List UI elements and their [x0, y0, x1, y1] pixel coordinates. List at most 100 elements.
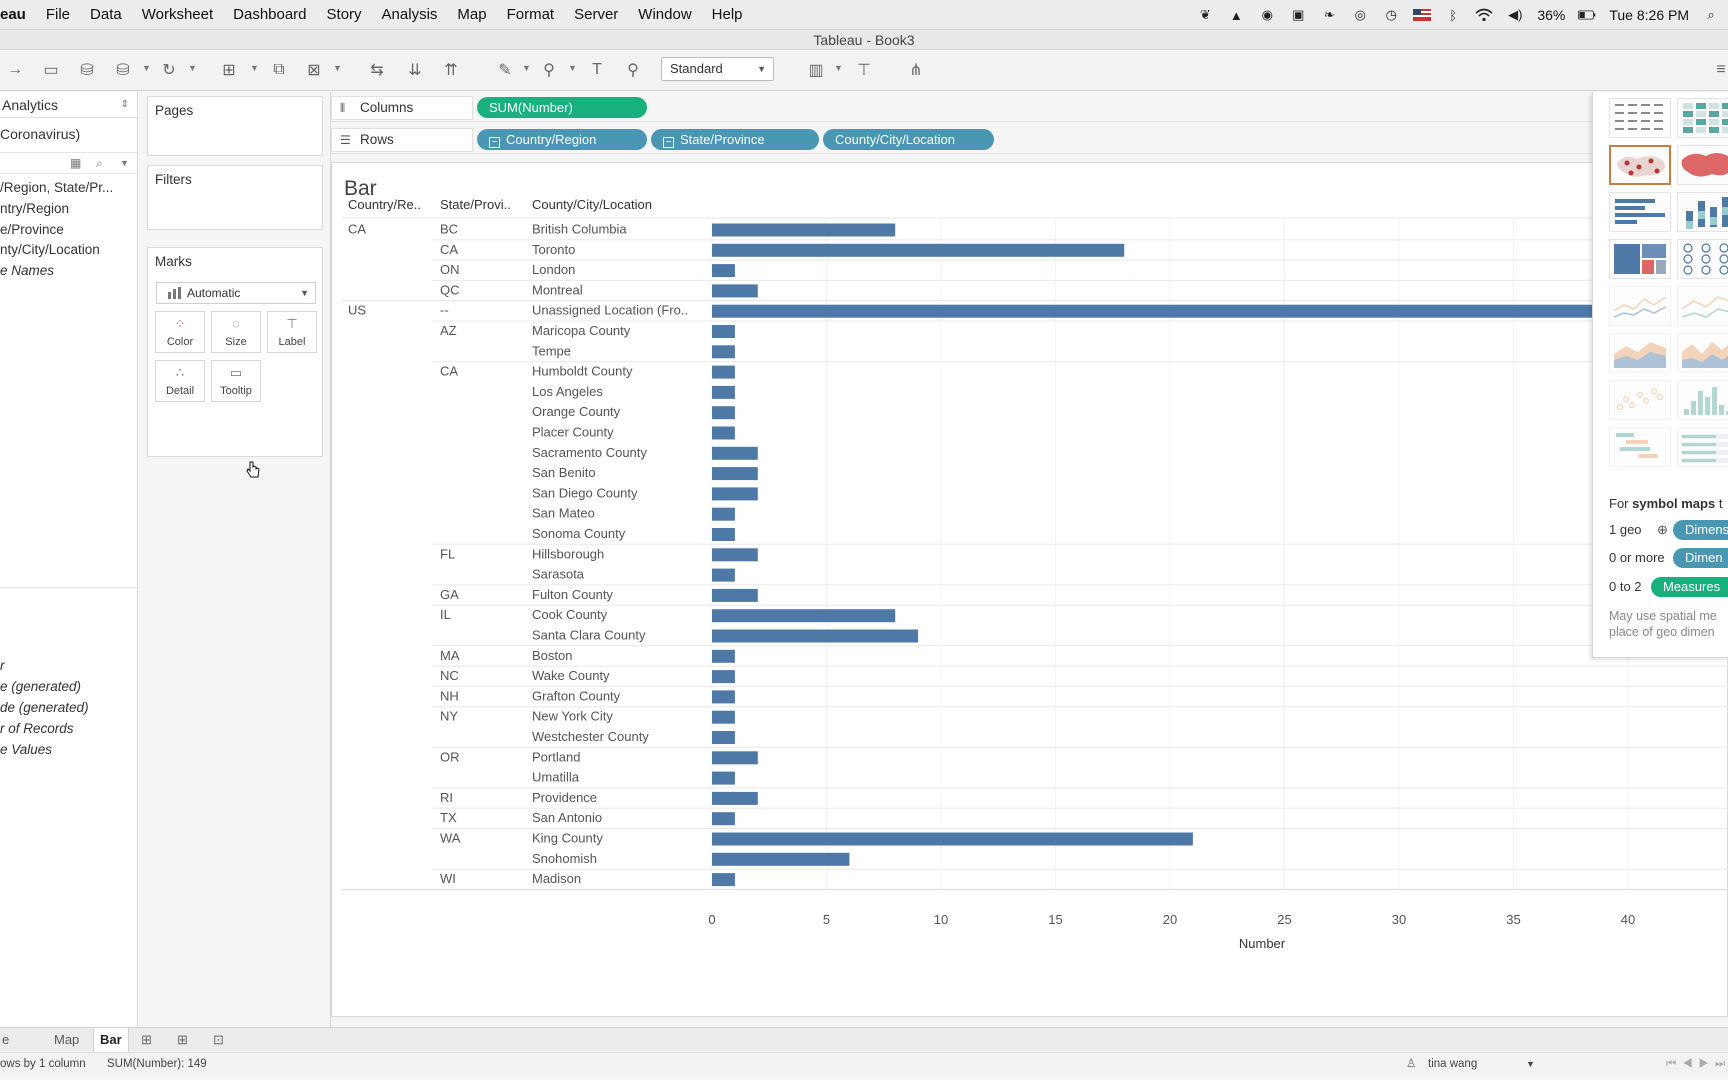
highlight-icon[interactable]: ✎: [494, 59, 516, 81]
bar[interactable]: [712, 609, 896, 623]
bar[interactable]: [712, 223, 896, 237]
chevron-down-icon[interactable]: ▼: [250, 63, 259, 73]
dimension-field[interactable]: e/Province: [0, 222, 64, 237]
bar[interactable]: [712, 771, 735, 785]
bar[interactable]: [712, 507, 735, 521]
show-me-text-table-icon[interactable]: [1609, 98, 1671, 138]
measure-field[interactable]: r: [0, 658, 5, 673]
sort-ascending-icon[interactable]: ⇊: [404, 59, 426, 81]
battery-icon[interactable]: [1578, 7, 1596, 23]
bar[interactable]: [712, 731, 735, 744]
menu-map[interactable]: Map: [447, 6, 496, 23]
refresh-icon[interactable]: ↻: [158, 59, 180, 81]
bar[interactable]: [712, 588, 758, 602]
bar[interactable]: [712, 649, 735, 663]
menu-window[interactable]: Window: [628, 6, 701, 23]
clock[interactable]: Tue 8:26 PM: [1609, 7, 1689, 23]
new-worksheet-icon[interactable]: ⊞: [141, 1032, 152, 1048]
tab-bar[interactable]: Bar: [93, 1028, 129, 1052]
bar[interactable]: [712, 832, 1193, 846]
bar[interactable]: [712, 751, 758, 765]
bar[interactable]: [712, 791, 758, 805]
show-me-treemap-icon[interactable]: [1609, 239, 1671, 279]
bar[interactable]: [712, 710, 735, 724]
measure-field[interactable]: e (generated): [0, 679, 81, 694]
bar[interactable]: [712, 690, 735, 704]
detail-button[interactable]: ∴ Detail: [155, 360, 205, 402]
menu-data[interactable]: Data: [80, 6, 132, 23]
measure-field[interactable]: e Values: [0, 742, 52, 757]
duplicate-sheet-icon[interactable]: ⧉: [268, 59, 290, 81]
bar[interactable]: [712, 365, 735, 379]
menu-story[interactable]: Story: [317, 6, 372, 23]
dimension-field[interactable]: /Region, State/Pr...: [0, 180, 113, 195]
menu-server[interactable]: Server: [564, 6, 628, 23]
chevron-down-icon[interactable]: ▼: [188, 63, 197, 73]
chevron-down-icon[interactable]: ▼: [120, 158, 129, 168]
bar[interactable]: [712, 345, 735, 359]
new-dashboard-icon[interactable]: ⊞: [177, 1032, 188, 1048]
search-icon[interactable]: ⌕: [96, 156, 103, 171]
menu-format[interactable]: Format: [497, 6, 565, 23]
tab-map[interactable]: Map: [48, 1028, 85, 1052]
collapse-icon[interactable]: −: [489, 137, 500, 148]
clear-sheet-icon[interactable]: ⊠: [303, 59, 325, 81]
columns-shelf[interactable]: ⫴ Columns SUM(Number): [331, 92, 1728, 122]
pill-county-city-location[interactable]: County/City/Location: [823, 129, 994, 150]
view-toggle-icon[interactable]: ▦: [70, 156, 81, 170]
chevron-down-icon[interactable]: ▼: [834, 63, 843, 73]
show-me-dual-area-icon[interactable]: [1677, 333, 1728, 373]
show-me-dual-line-icon[interactable]: [1677, 286, 1728, 326]
app-menu[interactable]: eau: [0, 6, 36, 23]
show-me-horizontal-bar-icon[interactable]: [1609, 192, 1671, 232]
measure-field[interactable]: r of Records: [0, 721, 74, 736]
measure-field[interactable]: de (generated): [0, 700, 89, 715]
show-me-gantt-chart-icon[interactable]: [1609, 427, 1671, 467]
show-me-heat-map-icon[interactable]: [1677, 98, 1728, 138]
pin-icon[interactable]: ⚲: [622, 59, 644, 81]
dimension-field[interactable]: nty/City/Location: [0, 242, 100, 257]
bar[interactable]: [712, 406, 735, 420]
bar-chart[interactable]: Country/Re.. State/Provi.. County/City/Loc…: [332, 163, 1728, 1018]
pill-country-region[interactable]: − Country/Region: [477, 129, 647, 150]
bar[interactable]: [712, 446, 758, 460]
labels-icon[interactable]: T: [586, 59, 608, 81]
show-me-histogram-icon[interactable]: [1677, 380, 1728, 420]
drive-icon[interactable]: ▲: [1227, 7, 1245, 23]
chevron-down-icon[interactable]: ▼: [142, 63, 151, 73]
menu-help[interactable]: Help: [702, 6, 753, 23]
new-story-icon[interactable]: ⊡: [213, 1032, 224, 1048]
analytics-tab[interactable]: Analytics ⇕: [0, 92, 137, 118]
wifi-icon[interactable]: [1475, 7, 1493, 23]
bar[interactable]: [712, 873, 735, 887]
filters-card[interactable]: Filters: [147, 165, 323, 230]
evernote-icon[interactable]: ❧: [1320, 7, 1338, 23]
presentation-icon[interactable]: ⊤: [853, 59, 875, 81]
datasource-name[interactable]: Coronavirus): [0, 126, 80, 142]
bar[interactable]: [712, 385, 735, 399]
bluetooth-icon[interactable]: ᛒ: [1444, 7, 1462, 23]
bar[interactable]: [712, 304, 1728, 318]
spotlight-icon[interactable]: ⌕: [1702, 7, 1720, 23]
menu-file[interactable]: File: [36, 6, 80, 23]
show-me-filled-map-icon[interactable]: [1677, 145, 1728, 185]
pages-card[interactable]: Pages: [147, 96, 323, 156]
bar[interactable]: [712, 284, 758, 298]
bar[interactable]: [712, 487, 758, 501]
collapse-icon[interactable]: −: [663, 137, 674, 148]
volume-icon[interactable]: ◀): [1506, 7, 1524, 23]
size-button[interactable]: ◌ Size: [211, 311, 261, 353]
show-me-stacked-bar-icon[interactable]: [1677, 192, 1728, 232]
show-me-line-chart-icon[interactable]: [1609, 286, 1671, 326]
show-cards-icon[interactable]: ▥: [805, 59, 827, 81]
bar[interactable]: [712, 852, 850, 866]
sync-icon[interactable]: ◉: [1258, 7, 1276, 23]
bar[interactable]: [712, 548, 758, 562]
bar[interactable]: [712, 243, 1125, 257]
show-me-area-chart-icon[interactable]: [1609, 333, 1671, 373]
flag-icon[interactable]: [1413, 7, 1432, 23]
squirrel-icon[interactable]: ❦: [1196, 7, 1214, 23]
tooltip-button[interactable]: ▭ Tooltip: [211, 360, 261, 402]
redo-icon[interactable]: →: [4, 59, 26, 81]
show-me-icon[interactable]: ≡: [1710, 59, 1728, 81]
